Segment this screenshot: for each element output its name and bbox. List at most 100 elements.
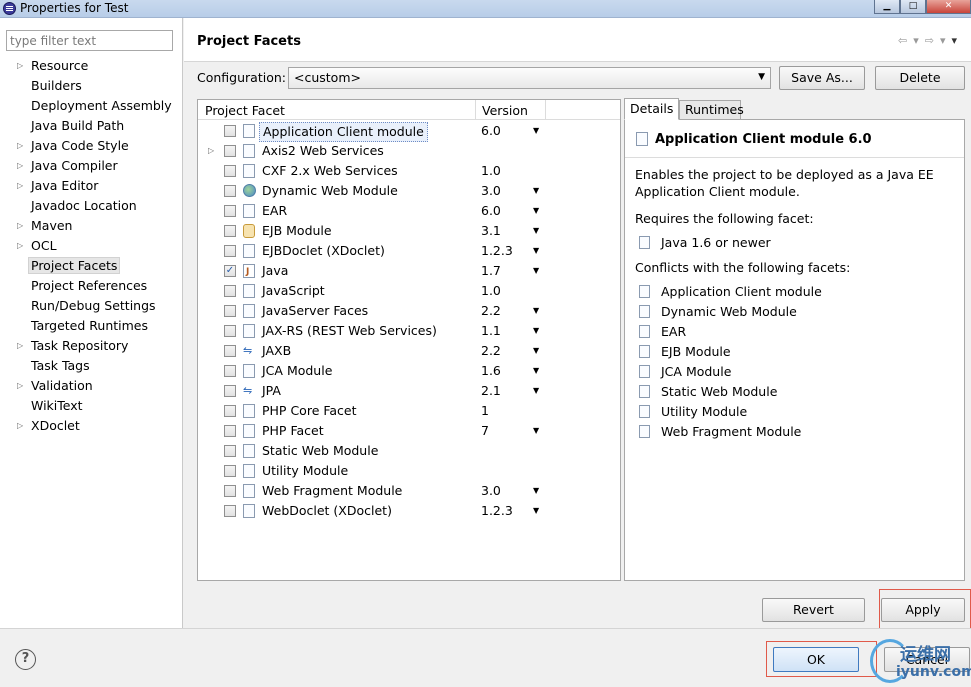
delete-button[interactable]: Delete xyxy=(875,66,965,90)
facet-checkbox[interactable] xyxy=(224,145,236,157)
facet-row[interactable]: PHP Facet 7 ▼ xyxy=(198,421,620,441)
tree-item[interactable]: Project Facets xyxy=(0,256,183,276)
facet-row[interactable]: CXF 2.x Web Services 1.0 xyxy=(198,161,620,181)
expand-arrow-icon[interactable]: ▷ xyxy=(17,156,23,176)
tree-item[interactable]: ▷ Task Repository xyxy=(0,336,183,356)
version-dropdown-icon[interactable]: ▼ xyxy=(533,301,539,321)
facet-row[interactable]: Application Client module 6.0 ▼ xyxy=(198,121,620,142)
tree-item[interactable]: Javadoc Location xyxy=(0,196,183,216)
facet-row[interactable]: EJBDoclet (XDoclet) 1.2.3 ▼ xyxy=(198,241,620,261)
column-version[interactable]: Version xyxy=(482,103,528,118)
tree-item[interactable]: ▷ XDoclet xyxy=(0,416,183,436)
column-divider[interactable] xyxy=(475,100,476,119)
tree-item[interactable]: WikiText xyxy=(0,396,183,416)
expand-arrow-icon[interactable]: ▷ xyxy=(17,216,23,236)
version-dropdown-icon[interactable]: ▼ xyxy=(533,181,539,201)
tree-item[interactable]: ▷ Validation xyxy=(0,376,183,396)
facet-checkbox[interactable] xyxy=(224,405,236,417)
save-as-button[interactable]: Save As... xyxy=(779,66,865,90)
facet-checkbox[interactable] xyxy=(224,245,236,257)
facet-version[interactable]: 1.6 xyxy=(481,361,501,381)
version-dropdown-icon[interactable]: ▼ xyxy=(533,121,539,141)
back-dropdown-icon[interactable]: ▾ xyxy=(913,34,919,47)
expand-arrow-icon[interactable]: ▷ xyxy=(17,136,23,156)
tree-item[interactable]: Run/Debug Settings xyxy=(0,296,183,316)
tree-item[interactable]: ▷ Maven xyxy=(0,216,183,236)
close-button[interactable]: ✕ xyxy=(926,0,971,14)
facet-row[interactable]: EJB Module 3.1 ▼ xyxy=(198,221,620,241)
version-dropdown-icon[interactable]: ▼ xyxy=(533,481,539,501)
facet-checkbox[interactable] xyxy=(224,125,236,137)
facet-version[interactable]: 7 xyxy=(481,421,489,441)
facet-checkbox[interactable] xyxy=(224,285,236,297)
facet-row[interactable]: Dynamic Web Module 3.0 ▼ xyxy=(198,181,620,201)
facet-checkbox[interactable] xyxy=(224,205,236,217)
version-dropdown-icon[interactable]: ▼ xyxy=(533,201,539,221)
facet-version[interactable]: 3.1 xyxy=(481,221,501,241)
facet-row[interactable]: Web Fragment Module 3.0 ▼ xyxy=(198,481,620,501)
revert-button[interactable]: Revert xyxy=(762,598,865,622)
expand-arrow-icon[interactable]: ▷ xyxy=(17,176,23,196)
facet-version[interactable]: 2.1 xyxy=(481,381,501,401)
facet-version[interactable]: 1.2.3 xyxy=(481,501,513,521)
expand-arrow-icon[interactable]: ▷ xyxy=(17,56,23,76)
facet-version[interactable]: 3.0 xyxy=(481,181,501,201)
facet-checkbox[interactable]: ✓ xyxy=(224,265,236,277)
version-dropdown-icon[interactable]: ▼ xyxy=(533,241,539,261)
facet-version[interactable]: 6.0 xyxy=(481,201,501,221)
version-dropdown-icon[interactable]: ▼ xyxy=(533,361,539,381)
facet-version[interactable]: 1.2.3 xyxy=(481,241,513,261)
facet-row[interactable]: JavaScript 1.0 xyxy=(198,281,620,301)
facet-checkbox[interactable] xyxy=(224,505,236,517)
facet-row[interactable]: ▷ Axis2 Web Services xyxy=(198,141,620,161)
facet-row[interactable]: JAX-RS (REST Web Services) 1.1 ▼ xyxy=(198,321,620,341)
tree-item[interactable]: Task Tags xyxy=(0,356,183,376)
expand-arrow-icon[interactable]: ▷ xyxy=(17,236,23,256)
facet-version[interactable]: 3.0 xyxy=(481,481,501,501)
facet-checkbox[interactable] xyxy=(224,345,236,357)
column-project-facet[interactable]: Project Facet xyxy=(205,103,285,118)
tree-item[interactable]: ▷ Java Code Style xyxy=(0,136,183,156)
tree-item[interactable]: Targeted Runtimes xyxy=(0,316,183,336)
minimize-button[interactable]: ▁ xyxy=(874,0,900,14)
tree-item[interactable]: Project References xyxy=(0,276,183,296)
facet-checkbox[interactable] xyxy=(224,485,236,497)
forward-dropdown-icon[interactable]: ▾ xyxy=(940,34,946,47)
forward-arrow-icon[interactable]: ⇨ xyxy=(925,34,934,47)
expand-arrow-icon[interactable]: ▷ xyxy=(208,141,214,161)
tree-item[interactable]: ▷ Java Editor xyxy=(0,176,183,196)
version-dropdown-icon[interactable]: ▼ xyxy=(533,221,539,241)
facet-row[interactable]: ⇋ JAXB 2.2 ▼ xyxy=(198,341,620,361)
version-dropdown-icon[interactable]: ▼ xyxy=(533,381,539,401)
tree-item[interactable]: Deployment Assembly xyxy=(0,96,183,116)
help-icon[interactable]: ? xyxy=(15,649,36,670)
facet-checkbox[interactable] xyxy=(224,425,236,437)
facet-row[interactable]: PHP Core Facet 1 xyxy=(198,401,620,421)
tree-item[interactable]: ▷ Resource xyxy=(0,56,183,76)
view-menu-icon[interactable]: ▾ xyxy=(951,34,957,47)
facet-row[interactable]: ✓ Java 1.7 ▼ xyxy=(198,261,620,282)
facet-version[interactable]: 1.1 xyxy=(481,321,501,341)
facet-row[interactable]: EAR 6.0 ▼ xyxy=(198,201,620,221)
facet-checkbox[interactable] xyxy=(224,445,236,457)
facet-version[interactable]: 2.2 xyxy=(481,341,501,361)
tree-item[interactable]: ▷ OCL xyxy=(0,236,183,256)
facet-checkbox[interactable] xyxy=(224,365,236,377)
facet-checkbox[interactable] xyxy=(224,305,236,317)
facet-checkbox[interactable] xyxy=(224,165,236,177)
version-dropdown-icon[interactable]: ▼ xyxy=(533,421,539,441)
version-dropdown-icon[interactable]: ▼ xyxy=(533,321,539,341)
back-arrow-icon[interactable]: ⇦ xyxy=(898,34,907,47)
expand-arrow-icon[interactable]: ▷ xyxy=(17,336,23,356)
version-dropdown-icon[interactable]: ▼ xyxy=(533,261,539,281)
configuration-select[interactable]: <custom> ▼ xyxy=(288,67,771,89)
facet-checkbox[interactable] xyxy=(224,465,236,477)
facet-version[interactable]: 1.7 xyxy=(481,261,501,281)
facet-checkbox[interactable] xyxy=(224,185,236,197)
version-dropdown-icon[interactable]: ▼ xyxy=(533,501,539,521)
facet-row[interactable]: Static Web Module xyxy=(198,441,620,461)
version-dropdown-icon[interactable]: ▼ xyxy=(533,341,539,361)
tab-details[interactable]: Details xyxy=(624,98,679,120)
tab-runtimes[interactable]: Runtimes xyxy=(679,100,744,120)
tree-item[interactable]: Builders xyxy=(0,76,183,96)
